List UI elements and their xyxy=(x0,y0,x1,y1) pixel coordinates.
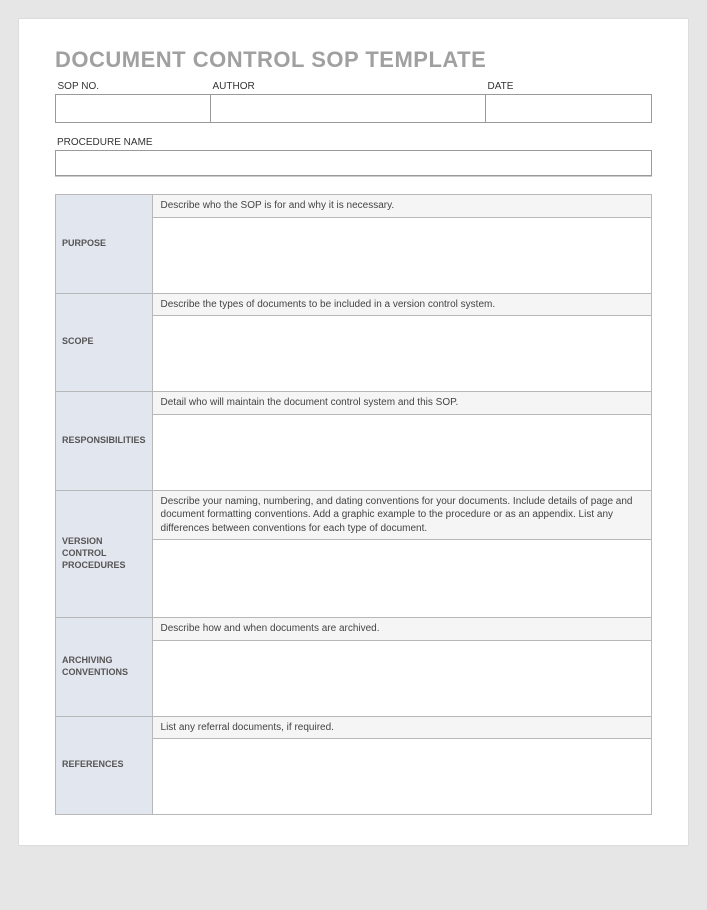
section-prompt: Describe your naming, numbering, and dat… xyxy=(152,490,651,540)
section-label: PURPOSE xyxy=(56,195,153,294)
section-prompt: List any referral documents, if required… xyxy=(152,716,651,739)
section-prompt: Describe the types of documents to be in… xyxy=(152,293,651,316)
section-prompt: Describe who the SOP is for and why it i… xyxy=(152,195,651,218)
date-label: DATE xyxy=(486,79,652,95)
sop-no-field[interactable] xyxy=(56,95,211,123)
section-label: RESPONSIBILITIES xyxy=(56,392,153,491)
document-page: DOCUMENT CONTROL SOP TEMPLATE SOP NO. AU… xyxy=(18,18,689,846)
section-prompt: Describe how and when documents are arch… xyxy=(152,618,651,641)
sections-table: PURPOSE Describe who the SOP is for and … xyxy=(55,194,652,815)
page-title: DOCUMENT CONTROL SOP TEMPLATE xyxy=(55,47,652,73)
section-body[interactable] xyxy=(152,640,651,716)
section-body[interactable] xyxy=(152,739,651,815)
section-label: REFERENCES xyxy=(56,716,153,815)
procedure-name-field[interactable] xyxy=(55,150,652,176)
procedure-name-label: PROCEDURE NAME xyxy=(57,137,652,148)
section-body[interactable] xyxy=(152,217,651,293)
date-field[interactable] xyxy=(486,95,652,123)
section-body[interactable] xyxy=(152,540,651,618)
author-label: AUTHOR xyxy=(211,79,486,95)
sop-no-label: SOP NO. xyxy=(56,79,211,95)
section-body[interactable] xyxy=(152,414,651,490)
section-prompt: Detail who will maintain the document co… xyxy=(152,392,651,415)
author-field[interactable] xyxy=(211,95,486,123)
section-label: ARCHIVING CONVENTIONS xyxy=(56,618,153,717)
section-body[interactable] xyxy=(152,316,651,392)
section-label: VERSION CONTROL PROCEDURES xyxy=(56,490,153,618)
section-label: SCOPE xyxy=(56,293,153,392)
meta-table: SOP NO. AUTHOR DATE xyxy=(55,79,652,123)
